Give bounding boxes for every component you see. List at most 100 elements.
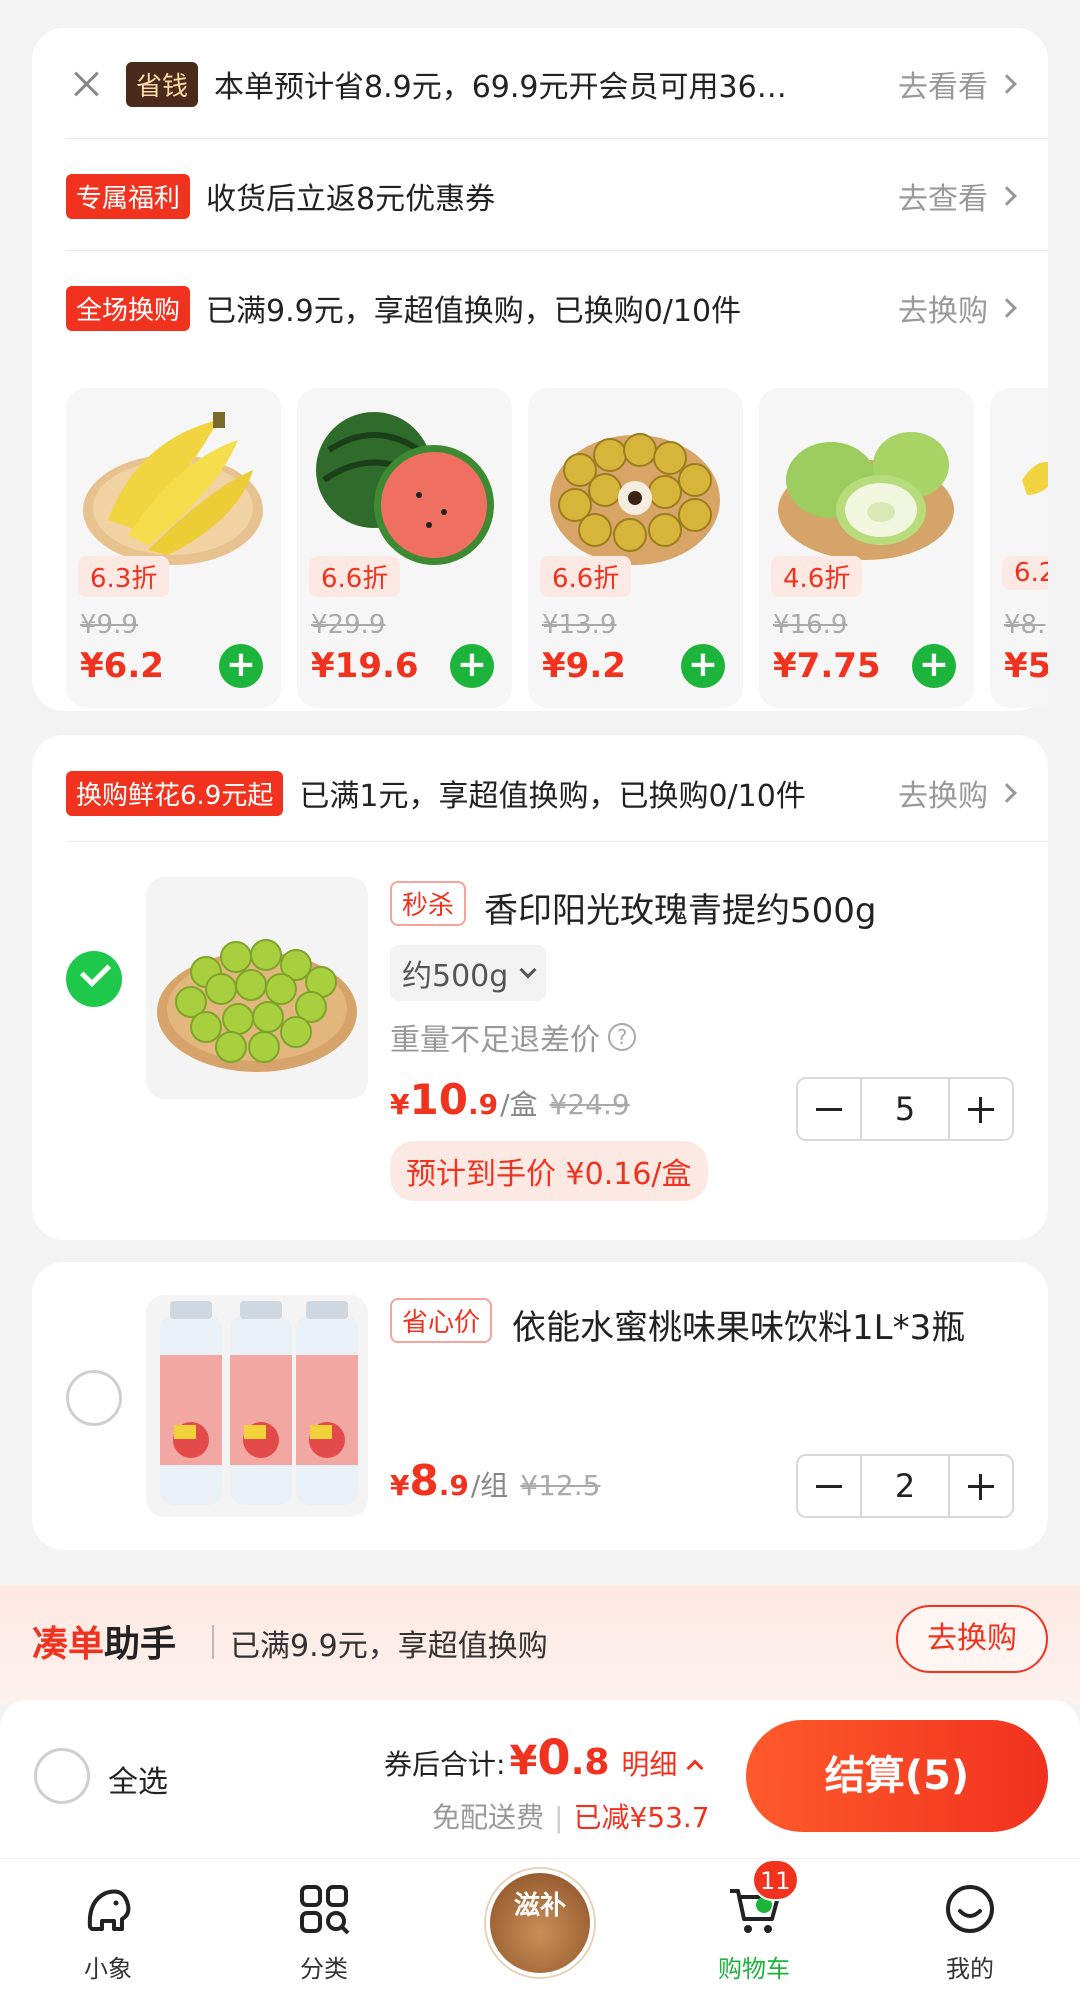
guava-image [778, 432, 954, 560]
original-price: ¥12.5 [520, 1469, 601, 1502]
savings-tag: 省钱 [126, 61, 199, 107]
swap-item-guava[interactable]: 4.6折 ¥16.9 ¥7.75 + [759, 388, 974, 708]
product-price: ¥10.9/盒 ¥24.9 [390, 1075, 630, 1124]
chevron-up-icon[interactable] [686, 1759, 704, 1777]
chevron-right-icon [997, 186, 1017, 206]
quantity-value[interactable]: 2 [860, 1456, 950, 1516]
swap-item-banana[interactable]: 6.3折 ¥9.9 ¥6.2 + [66, 388, 281, 708]
chevron-right-icon [997, 74, 1017, 94]
checkout-button[interactable]: 结算(5) [746, 1720, 1048, 1832]
value-price-tag: 省心价 [390, 1298, 493, 1343]
longan-image [550, 433, 720, 565]
flower-swap-row[interactable]: 换购鲜花6.9元起 已满1元，享超值换购，已换购0/10件 去换购 [66, 765, 1017, 821]
discount-badge: 6.2 [1002, 556, 1048, 590]
helper-brand: 凑单助手 [32, 1624, 177, 1665]
estimated-price-badge: 预计到手价 ¥0.16/盒 [390, 1141, 708, 1201]
cart-count-badge: 11 [752, 1859, 799, 1901]
quantity-value[interactable]: 5 [860, 1079, 950, 1139]
divider [66, 841, 1048, 842]
divider [66, 250, 1048, 251]
swap-item-watermelon[interactable]: 6.6折 ¥29.9 ¥19.6 + [297, 388, 512, 708]
product-image-grapes[interactable] [146, 877, 368, 1099]
elephant-icon [87, 1889, 131, 1931]
decrease-button[interactable] [798, 1456, 860, 1516]
discount-badge: 6.3折 [78, 556, 170, 597]
quantity-stepper[interactable]: 2 [796, 1454, 1014, 1518]
swap-price: ¥7.75 [773, 646, 881, 686]
tab-home[interactable]: 小象 [38, 1879, 178, 1984]
increase-button[interactable] [950, 1456, 1012, 1516]
product-image-drink[interactable] [146, 1295, 368, 1517]
flower-tag: 换购鲜花6.9元起 [66, 770, 284, 816]
discount-badge: 4.6折 [771, 556, 863, 597]
product-price: ¥8.9/组 ¥12.5 [390, 1456, 601, 1505]
swap-price: ¥5 [1004, 646, 1048, 686]
category-icon [300, 1885, 350, 1935]
swap-price: ¥19.6 [311, 646, 419, 686]
original-price: ¥29.9 [311, 610, 386, 640]
product-title[interactable]: 香印阳光玫瑰青提约500g [484, 883, 876, 932]
original-price: ¥13.9 [542, 610, 617, 640]
add-to-cart-button[interactable]: + [912, 644, 956, 688]
benefit-link[interactable]: 去查看 [898, 174, 1017, 218]
shipping-discount-info: 免配送费 | 已减¥53.7 [432, 1801, 710, 1834]
bundle-helper-bar: 凑单助手 已满9.9元，享超值换购 去换购 [0, 1585, 1080, 1705]
watermelon-image [316, 412, 494, 565]
original-price: ¥8. [1004, 610, 1046, 640]
checkout-bar: 全选 券后合计: ¥0.8 明细 免配送费 | 已减¥53.7 结算(5) [0, 1700, 1080, 1858]
total-summary: 券后合计: ¥0.8 明细 [384, 1730, 704, 1786]
savings-banner[interactable]: 省钱 本单预计省8.9元，69.9元开会员可用36… 去看看 [66, 56, 1017, 112]
helper-swap-button[interactable]: 去换购 [896, 1605, 1048, 1673]
swap-row[interactable]: 全场换购 已满9.9元，享超值换购，已换购0/10件 去换购 [66, 280, 1017, 336]
original-price: ¥24.9 [549, 1088, 630, 1121]
chevron-down-icon [519, 961, 537, 979]
benefit-row[interactable]: 专属福利 收货后立返8元优惠券 去查看 [66, 168, 1017, 224]
drink-bottles-image [160, 1301, 358, 1505]
swap-link[interactable]: 去换购 [898, 286, 1017, 330]
weight-note: 重量不足退差价? [390, 1015, 636, 1059]
benefit-tag: 专属福利 [66, 173, 191, 219]
add-to-cart-button[interactable]: + [681, 644, 725, 688]
item-checkbox-checked[interactable] [66, 951, 122, 1007]
flash-sale-tag: 秒杀 [390, 881, 467, 926]
close-icon[interactable] [66, 64, 106, 104]
increase-button[interactable] [950, 1079, 1012, 1139]
divider [66, 138, 1048, 139]
swap-item-partial[interactable]: 6.2 ¥8. ¥5 [990, 388, 1048, 708]
savings-text: 本单预计省8.9元，69.9元开会员可用36… [214, 70, 787, 105]
banana-image [83, 412, 263, 565]
item-checkbox[interactable] [66, 1370, 122, 1426]
flower-link[interactable]: 去换购 [898, 771, 1017, 815]
detail-toggle[interactable]: 明细 [621, 1743, 677, 1783]
profile-icon [946, 1885, 994, 1933]
add-to-cart-button[interactable]: + [219, 644, 263, 688]
swap-price: ¥9.2 [542, 646, 626, 686]
swap-product-list[interactable]: 6.3折 ¥9.9 ¥6.2 + 6.6折 ¥29.9 ¥19.6 + 6.6折… [66, 388, 1048, 708]
select-all-checkbox[interactable] [34, 1748, 90, 1804]
savings-link[interactable]: 去看看 [898, 62, 1017, 106]
discount-badge: 6.6折 [309, 556, 401, 597]
fruit-image [1022, 462, 1048, 495]
tonic-promo-icon[interactable]: 滋补 [486, 1869, 594, 1977]
original-price: ¥16.9 [773, 610, 848, 640]
bottom-tab-bar: 小象 分类 滋补 购物车 11 我的 [0, 1858, 1080, 1995]
product-title[interactable]: 依能水蜜桃味果味饮料1L*3瓶 [512, 1300, 965, 1349]
swap-item-longan[interactable]: 6.6折 ¥13.9 ¥9.2 + [528, 388, 743, 708]
quantity-stepper[interactable]: 5 [796, 1077, 1014, 1141]
help-icon[interactable]: ? [608, 1023, 636, 1051]
benefit-text: 收货后立返8元优惠券 [206, 182, 496, 217]
spec-selector[interactable]: 约500g [390, 945, 547, 1001]
cart-item-card: 省心价 依能水蜜桃味果味饮料1L*3瓶 ¥8.9/组 ¥12.5 2 [32, 1262, 1048, 1550]
tab-cart[interactable]: 购物车 [684, 1879, 824, 1984]
flower-text: 已满1元，享超值换购，已换购0/10件 [299, 779, 806, 814]
select-all-label[interactable]: 全选 [108, 1757, 168, 1801]
promo-card: 省钱 本单预计省8.9元，69.9元开会员可用36… 去看看 专属福利 收货后立… [32, 28, 1048, 711]
swap-tag: 全场换购 [66, 285, 191, 331]
add-to-cart-button[interactable]: + [450, 644, 494, 688]
cart-group-card: 换购鲜花6.9元起 已满1元，享超值换购，已换购0/10件 去换购 秒杀 香印阳… [32, 735, 1048, 1240]
tab-profile[interactable]: 我的 [900, 1879, 1040, 1984]
divider [212, 1625, 214, 1659]
discount-badge: 6.6折 [540, 556, 632, 597]
decrease-button[interactable] [798, 1079, 860, 1139]
tab-category[interactable]: 分类 [254, 1879, 394, 1984]
